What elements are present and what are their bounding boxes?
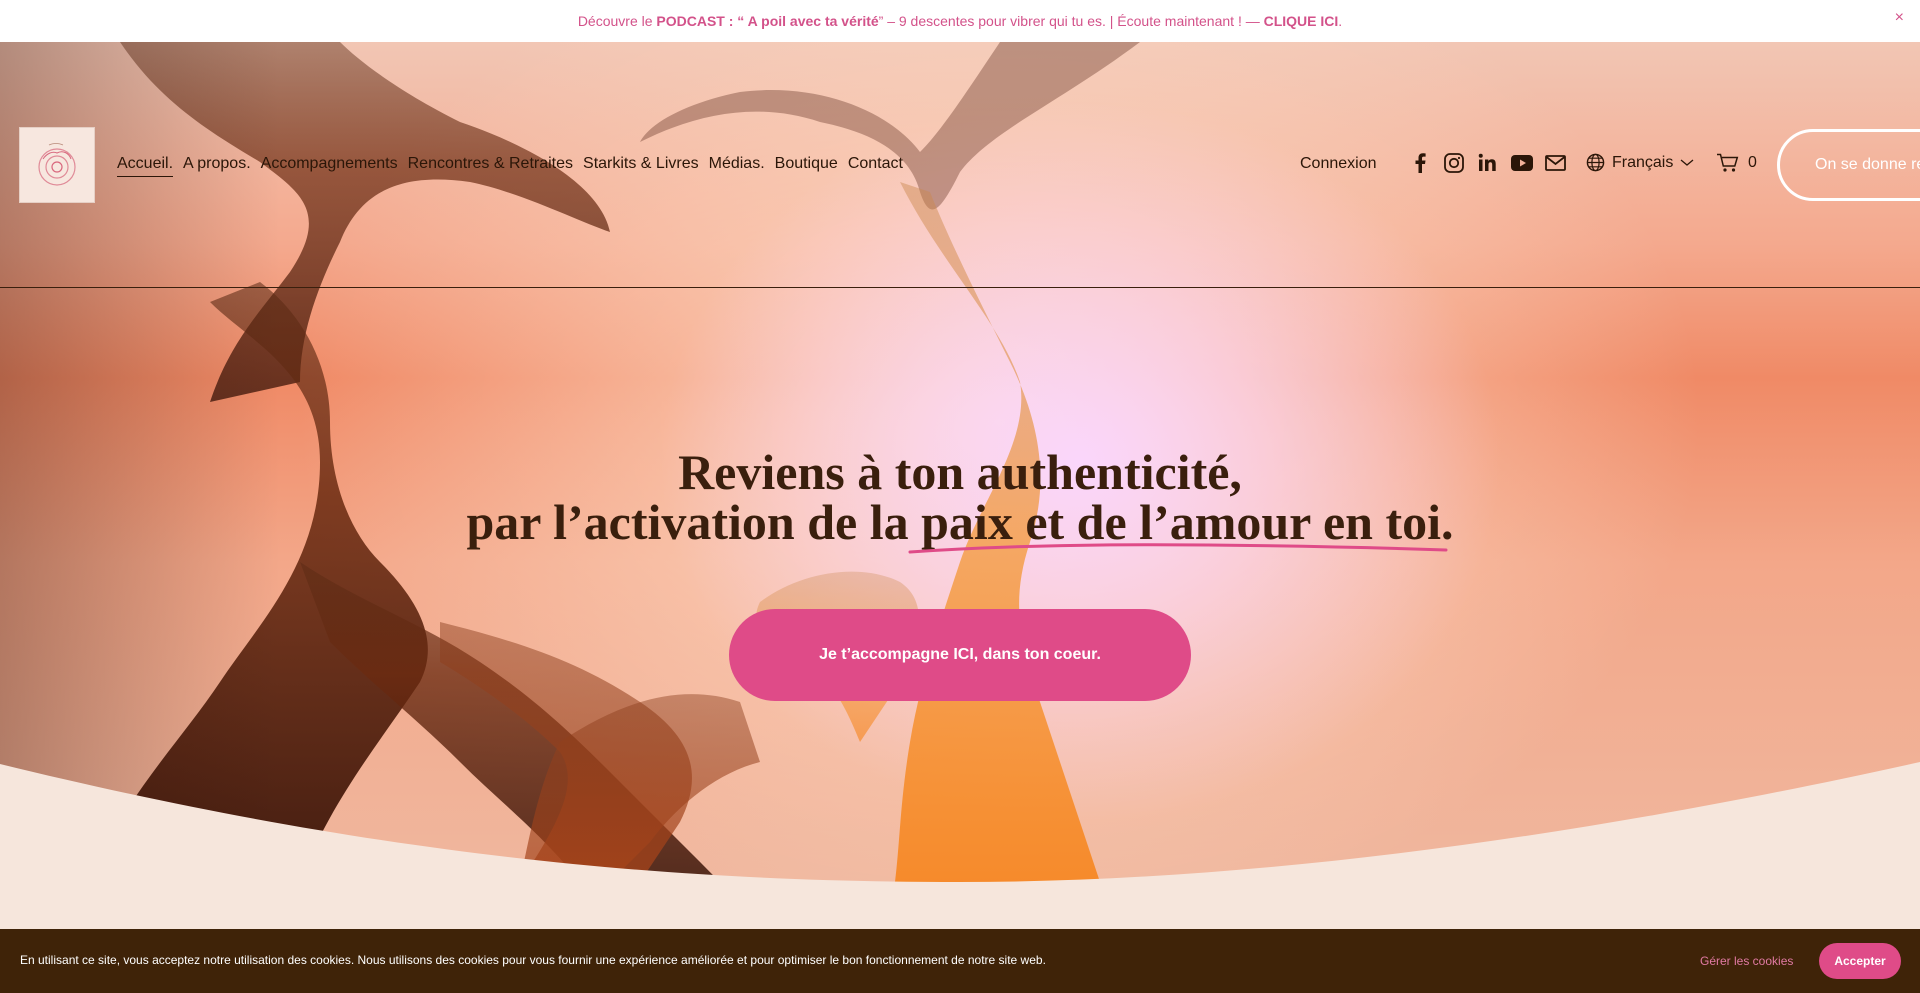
linkedin-icon[interactable]: [1476, 151, 1499, 174]
cart-button[interactable]: 0: [1716, 153, 1757, 173]
email-icon[interactable]: [1544, 151, 1567, 174]
language-selector[interactable]: Français: [1586, 153, 1694, 172]
nav-item-a-propos[interactable]: A propos.: [183, 155, 251, 177]
accept-cookies-button[interactable]: Accepter: [1819, 943, 1901, 979]
rose-logo-icon: [38, 143, 76, 186]
nav-item-rencontres-retraites[interactable]: Rencontres & Retraites: [408, 155, 573, 177]
site-logo[interactable]: [19, 127, 95, 203]
globe-icon: [1586, 153, 1605, 172]
hero-cta-button[interactable]: Je t’accompagne ICI, dans ton coeur.: [729, 609, 1191, 701]
site-header: Accueil. A propos. Accompagnements Renco…: [0, 42, 1920, 288]
cookie-message: En utilisant ce site, vous acceptez notr…: [20, 953, 1046, 967]
nav-item-accompagnements[interactable]: Accompagnements: [261, 155, 398, 177]
nav-item-starkits-livres[interactable]: Starkits & Livres: [583, 155, 699, 177]
main-nav: Accueil. A propos. Accompagnements Renco…: [117, 155, 903, 177]
manage-cookies-link[interactable]: Gérer les cookies: [1700, 954, 1793, 968]
header-cta-button[interactable]: On se donne rendez-vous: [1777, 129, 1920, 201]
highlight-underline: [908, 543, 1448, 554]
language-label: Français: [1612, 153, 1674, 171]
nav-item-boutique[interactable]: Boutique: [775, 155, 838, 177]
announcement-text[interactable]: Découvre le PODCAST : “ A poil avec ta v…: [578, 13, 1342, 29]
announcement-link[interactable]: CLIQUE ICI: [1264, 13, 1339, 29]
hero-headline-line1: Reviens à ton authenticité,: [678, 444, 1242, 500]
instagram-icon[interactable]: [1442, 151, 1465, 174]
nav-item-accueil[interactable]: Accueil.: [117, 155, 174, 177]
chevron-down-icon: [1680, 159, 1694, 166]
cart-count: 0: [1748, 154, 1757, 171]
youtube-icon[interactable]: [1510, 151, 1533, 174]
login-link[interactable]: Connexion: [1300, 155, 1377, 173]
nav-item-contact[interactable]: Contact: [848, 155, 903, 177]
hero-headline: Reviens à ton authenticité, par l’activa…: [0, 447, 1920, 547]
social-links: [1408, 151, 1567, 174]
facebook-icon[interactable]: [1408, 151, 1431, 174]
close-icon[interactable]: ×: [1895, 10, 1904, 26]
cart-icon: [1717, 153, 1739, 172]
cookie-banner: En utilisant ce site, vous acceptez notr…: [0, 929, 1920, 993]
announcement-bar[interactable]: Découvre le PODCAST : “ A poil avec ta v…: [0, 0, 1920, 42]
nav-item-medias[interactable]: Médias.: [709, 155, 765, 177]
